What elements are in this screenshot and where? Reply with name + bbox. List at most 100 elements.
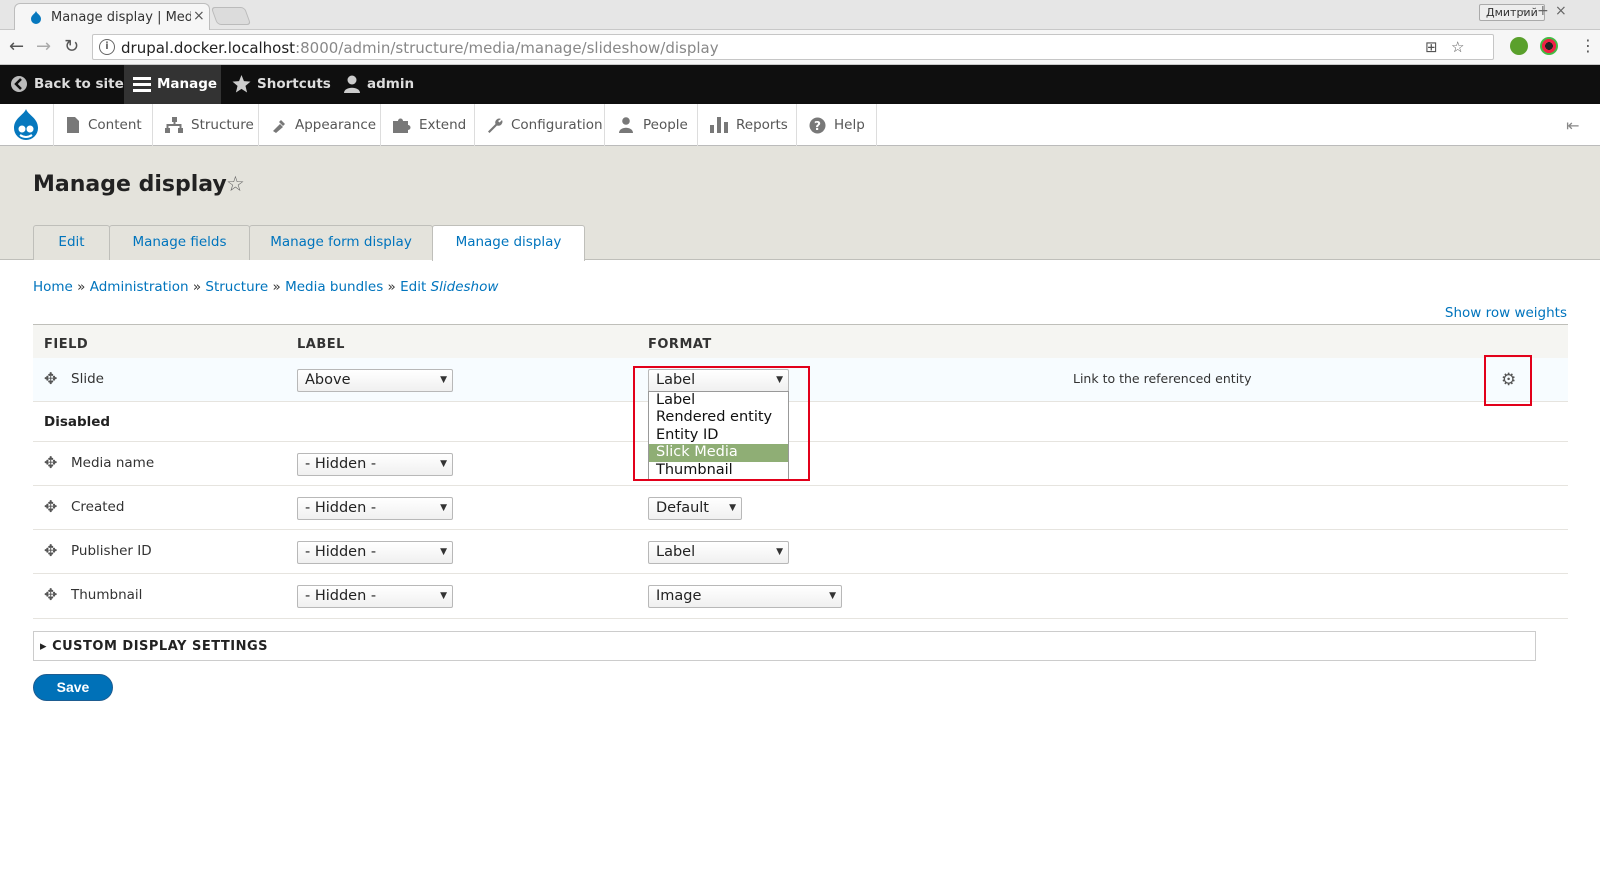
svg-text:?: ? — [814, 119, 821, 133]
tab-manage-display[interactable]: Manage display — [432, 225, 585, 261]
reload-icon[interactable]: ↻ — [64, 36, 79, 57]
dropdown-option-highlighted[interactable]: Slick Media — [649, 444, 788, 462]
back-arrow-icon[interactable]: ← — [9, 36, 24, 57]
tab-manage-fields[interactable]: Manage fields — [109, 225, 250, 260]
forward-arrow-icon[interactable]: → — [36, 36, 51, 57]
admin-toolbar: Back to site Manage Shortcuts admin — [0, 65, 1600, 104]
tray-item-structure[interactable]: Structure — [153, 104, 259, 146]
dropdown-option[interactable]: Thumbnail — [649, 462, 788, 479]
drag-handle-icon[interactable]: ✥ — [44, 585, 57, 604]
field-name: Created — [71, 499, 125, 515]
label-select[interactable]: - Hidden - ▼ — [297, 541, 453, 564]
column-header-format: FORMAT — [648, 337, 712, 352]
tab-manage-form-display[interactable]: Manage form display — [249, 225, 433, 260]
manage-label: Manage — [157, 76, 218, 92]
minimize-button[interactable]: – — [1520, 3, 1527, 19]
formatter-summary: Link to the referenced entity — [1073, 371, 1252, 386]
address-bar[interactable]: i drupal.docker.localhost:8000/admin/str… — [92, 34, 1494, 60]
close-window-button[interactable]: × — [1555, 3, 1567, 19]
tray-item-appearance[interactable]: Appearance — [259, 104, 381, 146]
breadcrumb-structure[interactable]: Structure — [205, 279, 268, 295]
extension-download-icon[interactable] — [1510, 37, 1528, 55]
region-title-disabled: Disabled — [33, 402, 1568, 442]
chevron-down-icon: ▼ — [440, 547, 447, 557]
label-select[interactable]: - Hidden - ▼ — [297, 497, 453, 520]
back-to-site-label: Back to site — [34, 76, 124, 92]
chevron-down-icon: ▼ — [776, 375, 783, 385]
user-tab[interactable]: admin — [343, 65, 423, 104]
drag-handle-icon[interactable]: ✥ — [44, 453, 57, 472]
tray-item-label: Extend — [419, 117, 467, 133]
tray-item-people[interactable]: People — [605, 104, 698, 146]
show-row-weights-link[interactable]: Show row weights — [1445, 305, 1567, 321]
format-select[interactable]: Image ▼ — [648, 585, 842, 608]
label-select[interactable]: - Hidden - ▼ — [297, 453, 453, 476]
drag-handle-icon[interactable]: ✥ — [44, 497, 57, 516]
extension-color-icon[interactable] — [1540, 37, 1558, 55]
back-to-site-link[interactable]: Back to site — [10, 65, 124, 104]
label-select[interactable]: Above ▼ — [297, 369, 453, 392]
profile-chip[interactable]: Дмитрий — [1479, 4, 1545, 21]
tray-item-label: Content — [88, 117, 142, 133]
tray-item-label: Structure — [191, 117, 254, 133]
page-header: Manage display ☆ Edit Manage fields Mana… — [0, 146, 1600, 261]
bookmark-star-icon[interactable]: ☆ — [1451, 38, 1464, 56]
breadcrumb-administration[interactable]: Administration — [90, 279, 189, 295]
document-icon — [67, 117, 79, 133]
back-circle-icon — [11, 76, 27, 92]
drupal-logo-icon[interactable] — [0, 104, 54, 146]
breadcrumb-separator: » — [272, 279, 281, 295]
drag-handle-icon[interactable]: ✥ — [44, 541, 57, 560]
breadcrumb-home[interactable]: Home — [33, 279, 73, 295]
structure-icon — [165, 117, 183, 133]
format-select[interactable]: Default ▼ — [648, 497, 742, 520]
format-select[interactable]: Label ▼ — [648, 369, 789, 392]
tray-item-label: Configuration — [511, 117, 603, 133]
table-row: ✥ Created - Hidden - ▼ Default ▼ — [33, 486, 1568, 530]
close-tab-icon[interactable]: × — [193, 8, 205, 24]
tray-item-content[interactable]: Content — [54, 104, 153, 146]
field-name: Thumbnail — [71, 587, 143, 603]
chevron-down-icon: ▼ — [440, 459, 447, 469]
label-select[interactable]: - Hidden - ▼ — [297, 585, 453, 608]
chevron-down-icon: ▼ — [729, 503, 736, 513]
tray-item-reports[interactable]: Reports — [698, 104, 797, 146]
browser-tab[interactable]: Manage display | Medi × — [14, 3, 210, 31]
column-header-label: LABEL — [297, 337, 345, 352]
breadcrumb-separator: » — [387, 279, 396, 295]
browser-menu-icon[interactable]: ⋮ — [1580, 36, 1596, 55]
dropdown-option[interactable]: Rendered entity — [649, 409, 788, 426]
user-label: admin — [367, 76, 415, 92]
new-tab-button[interactable] — [210, 7, 252, 25]
breadcrumb-media-bundles[interactable]: Media bundles — [285, 279, 383, 295]
hamburger-icon — [133, 77, 151, 92]
info-icon[interactable]: i — [99, 39, 115, 55]
breadcrumb-edit-slideshow[interactable]: Edit Slideshow — [400, 279, 498, 295]
custom-display-settings[interactable]: ▸ CUSTOM DISPLAY SETTINGS — [33, 631, 1536, 661]
chevron-down-icon: ▼ — [440, 503, 447, 513]
drupal-favicon-icon — [31, 11, 41, 24]
chevron-down-icon: ▼ — [829, 591, 836, 601]
tray-item-help[interactable]: ? Help — [797, 104, 877, 146]
tray-item-configuration[interactable]: Configuration — [475, 104, 605, 146]
format-dropdown-list: Label Rendered entity Entity ID Slick Me… — [648, 391, 789, 480]
save-button[interactable]: Save — [33, 674, 113, 701]
url-text: drupal.docker.localhost:8000/admin/struc… — [121, 39, 719, 57]
manage-tab[interactable]: Manage — [124, 65, 221, 104]
dropdown-option[interactable]: Entity ID — [649, 427, 788, 444]
dropdown-option[interactable]: Label — [649, 392, 788, 409]
shortcuts-tab[interactable]: Shortcuts — [232, 65, 332, 104]
translate-icon[interactable]: ⊞ — [1425, 38, 1438, 56]
maximize-button[interactable]: + — [1537, 3, 1549, 19]
drag-handle-icon[interactable]: ✥ — [44, 369, 57, 388]
tray-item-extend[interactable]: Extend — [381, 104, 475, 146]
breadcrumb-separator: » — [77, 279, 86, 295]
shortcut-star-icon[interactable]: ☆ — [226, 172, 245, 196]
gear-icon[interactable]: ⚙ — [1501, 370, 1516, 390]
format-select[interactable]: Label ▼ — [648, 541, 789, 564]
page-title: Manage display — [33, 172, 227, 197]
star-icon — [232, 75, 251, 93]
tab-edit[interactable]: Edit — [33, 225, 110, 260]
tray-orientation-toggle-icon[interactable]: ⇤ — [1566, 116, 1579, 135]
chevron-down-icon: ▼ — [776, 547, 783, 557]
